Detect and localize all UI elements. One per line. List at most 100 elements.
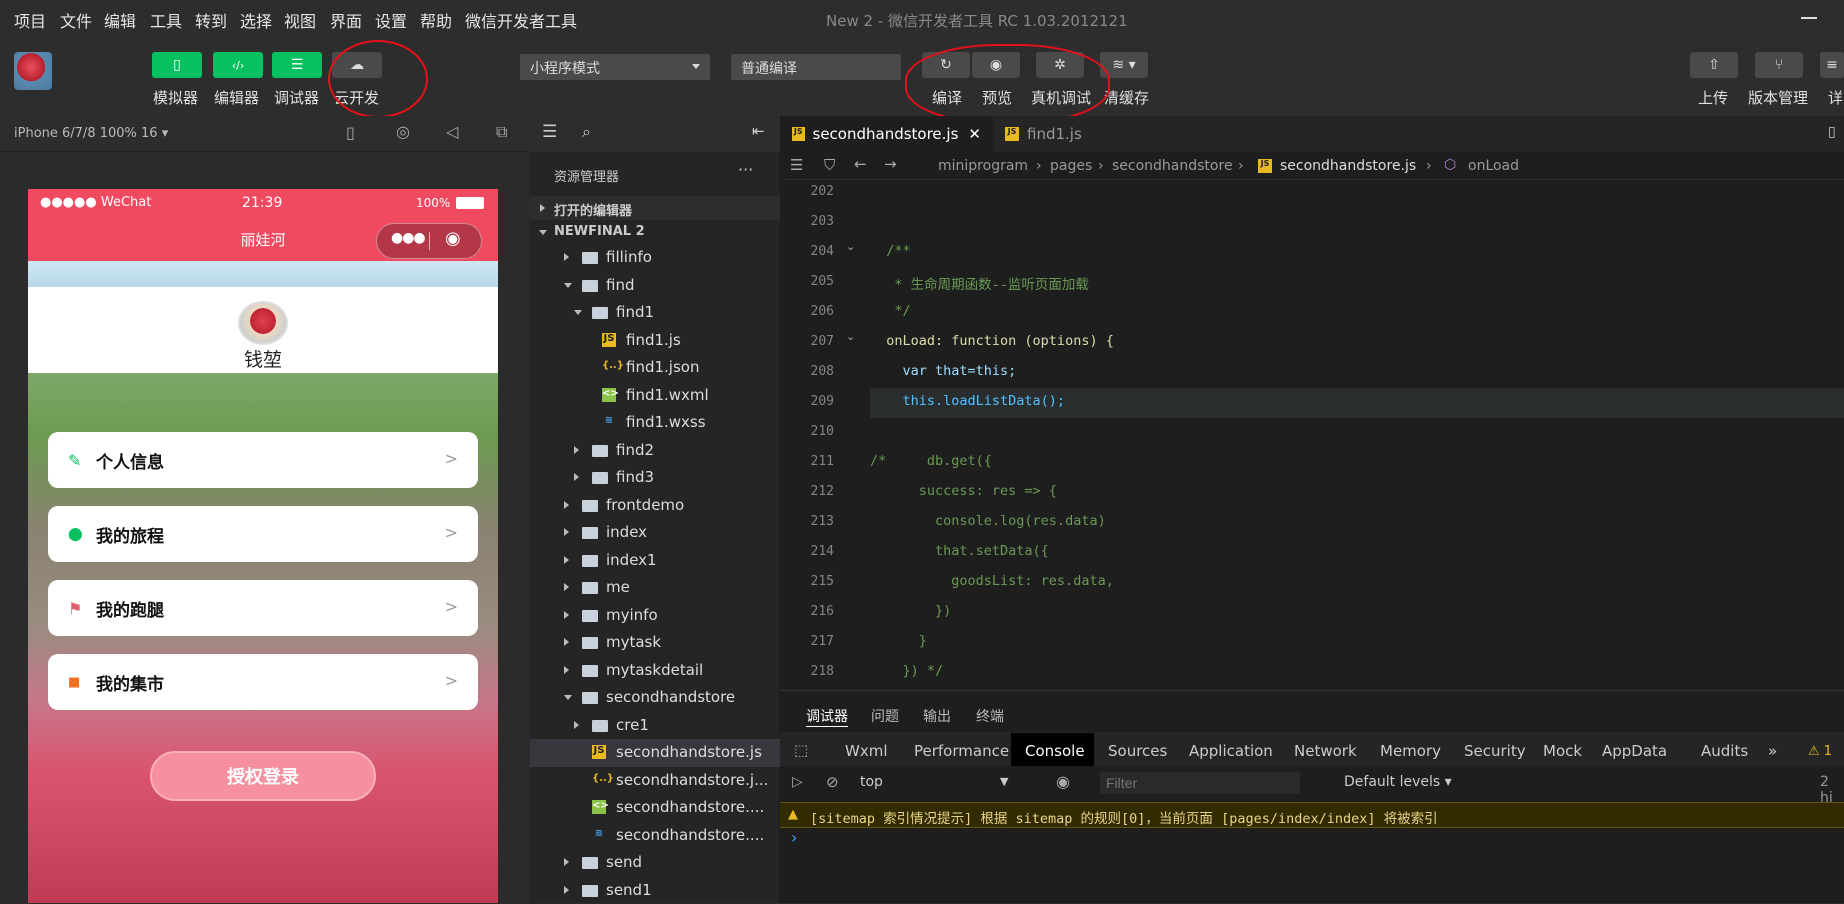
tree-folder[interactable]: index (530, 519, 780, 547)
card-my-trips[interactable]: ⬤ 我的旅程 > (48, 506, 478, 562)
avatar[interactable] (14, 52, 52, 90)
breadcrumb-item[interactable]: secondhandstore.js (1280, 158, 1416, 174)
tree-folder[interactable]: frontdemo (530, 492, 780, 520)
tree-folder[interactable]: mytask (530, 629, 780, 657)
code-line[interactable]: goodsList: res.data, (870, 573, 1114, 589)
fold-chevron-icon[interactable]: ⌄ (846, 330, 855, 343)
menu-settings[interactable]: 设置 (375, 8, 407, 32)
code-line[interactable]: }) */ (870, 663, 943, 679)
login-button[interactable]: 授权登录 (150, 751, 376, 801)
editor-button[interactable]: ‹/› (213, 52, 263, 78)
inspect-icon[interactable]: ⬚ (794, 741, 808, 759)
open-editors-section[interactable]: 打开的编辑器 (530, 196, 780, 220)
more-tabs-icon[interactable]: » (1768, 742, 1777, 760)
record-icon[interactable]: ◎ (396, 122, 410, 141)
tree-file[interactable]: ≋secondhandstore.... (530, 822, 780, 850)
split-editor-icon[interactable]: ▯ (1828, 124, 1836, 140)
menu-interface[interactable]: 界面 (330, 8, 362, 32)
tree-folder[interactable]: index1 (530, 547, 780, 575)
tab-network[interactable]: Network (1294, 742, 1357, 760)
menu-devtools[interactable]: 微信开发者工具 (465, 8, 577, 32)
tab-performance[interactable]: Performance (914, 742, 1009, 760)
warning-count[interactable]: ⚠ 1 (1808, 744, 1832, 759)
tab-audits[interactable]: Audits (1701, 742, 1748, 760)
levels-select[interactable]: Default levels ▾ (1344, 774, 1452, 790)
code-line[interactable]: onLoad: function (options) { (870, 333, 1114, 349)
card-my-market[interactable]: ■ 我的集市 > (48, 654, 478, 710)
tab-problems[interactable]: 问题 (871, 706, 899, 726)
sidebar-toggle-icon[interactable]: ▷ (792, 774, 803, 790)
tab-find1-js[interactable]: JS find1.js (993, 116, 1094, 152)
tab-mock[interactable]: Mock (1543, 742, 1582, 760)
tab-output[interactable]: 输出 (923, 706, 951, 726)
code-line[interactable]: /* db.get({ (870, 453, 992, 469)
code-line[interactable]: console.log(res.data) (870, 513, 1106, 529)
tree-folder[interactable]: find1 (530, 299, 780, 327)
search-icon[interactable]: ⌕ (582, 122, 591, 142)
menu-select[interactable]: 选择 (240, 8, 272, 32)
menu-file[interactable]: 文件 (60, 8, 92, 32)
code-line[interactable]: */ (870, 303, 911, 319)
menu-edit[interactable]: 编辑 (104, 8, 136, 32)
menu-tools[interactable]: 工具 (150, 8, 182, 32)
code-line[interactable]: var that=this; (870, 363, 1016, 379)
project-section[interactable]: NEWFINAL 2 (530, 220, 780, 244)
code-line[interactable]: /** (870, 243, 911, 259)
tree-folder[interactable]: me (530, 574, 780, 602)
close-target-icon[interactable]: ◉ (445, 228, 461, 249)
collapse-panel-icon[interactable]: ⇤ (752, 122, 765, 140)
breadcrumb-item[interactable]: pages (1050, 158, 1092, 174)
tree-folder[interactable]: secondhandstore (530, 684, 780, 712)
more-icon[interactable]: ··· (738, 160, 753, 179)
code-line[interactable]: success: res => { (870, 483, 1057, 499)
tree-folder[interactable]: send1 (530, 877, 780, 904)
code-line[interactable]: }) (870, 603, 951, 619)
more-dots-icon[interactable]: ●●● (391, 230, 425, 246)
window-icon[interactable]: ⧉ (496, 122, 507, 142)
code-line[interactable]: that.setData({ (870, 543, 1049, 559)
tree-folder[interactable]: cre1 (530, 712, 780, 740)
card-my-errands[interactable]: ⚑ 我的跑腿 > (48, 580, 478, 636)
fold-chevron-icon[interactable]: ⌄ (846, 240, 855, 253)
breadcrumb-item[interactable]: secondhandstore (1112, 158, 1233, 174)
tree-file[interactable]: JSsecondhandstore.js (530, 739, 780, 767)
clear-console-icon[interactable]: ⊘ (826, 773, 839, 791)
device-select[interactable]: iPhone 6/7/8 100% 16 ▾ (14, 126, 168, 141)
mode-select[interactable]: 小程序模式 (520, 54, 710, 80)
tree-file[interactable]: ≋find1.wxss (530, 409, 780, 437)
volume-icon[interactable]: ◁ (446, 122, 458, 141)
menu-view[interactable]: 视图 (284, 8, 316, 32)
bookmark-icon[interactable]: ⛉ (824, 156, 835, 174)
tree-file[interactable]: {..}secondhandstore.j... (530, 767, 780, 795)
breadcrumb-item[interactable]: miniprogram (938, 158, 1028, 174)
tab-memory[interactable]: Memory (1380, 742, 1441, 760)
tree-file[interactable]: <>secondhandstore.... (530, 794, 780, 822)
compile-mode-select[interactable]: 普通编译 (731, 54, 901, 80)
capsule-menu[interactable]: ●●● ◉ (376, 223, 482, 259)
tree-folder[interactable]: find (530, 272, 780, 300)
version-button[interactable]: ⑂ (1755, 52, 1803, 78)
code-line[interactable]: } (870, 633, 927, 649)
menu-project[interactable]: 项目 (14, 8, 46, 32)
phone-icon[interactable]: ▯ (346, 123, 355, 142)
tree-folder[interactable]: send (530, 849, 780, 877)
tab-wxml[interactable]: Wxml (845, 742, 888, 760)
tab-secondhandstore-js[interactable]: JS secondhandstore.js ✕ (780, 116, 993, 152)
context-select[interactable]: top ▼ (860, 772, 1020, 794)
tab-debugger[interactable]: 调试器 (806, 706, 848, 727)
tree-file[interactable]: <>find1.wxml (530, 382, 780, 410)
detail-button[interactable]: ≡ (1820, 52, 1844, 78)
console-prompt[interactable]: › (791, 828, 797, 847)
upload-button[interactable]: ⇧ (1690, 52, 1738, 78)
menu-help[interactable]: 帮助 (420, 8, 452, 32)
tree-file[interactable]: JSfind1.js (530, 327, 780, 355)
tab-appdata[interactable]: AppData (1602, 742, 1667, 760)
breadcrumb-item[interactable]: onLoad (1468, 158, 1519, 174)
code-line[interactable]: this.loadListData(); (870, 393, 1065, 409)
tab-application[interactable]: Application (1189, 742, 1273, 760)
back-arrow-icon[interactable]: ← (854, 155, 867, 173)
list-icon[interactable]: ☰ (790, 156, 803, 174)
code-line[interactable]: * 生命周期函数--监听页面加载 (870, 273, 1089, 293)
tree-folder[interactable]: fillinfo (530, 244, 780, 272)
tree-folder[interactable]: myinfo (530, 602, 780, 630)
